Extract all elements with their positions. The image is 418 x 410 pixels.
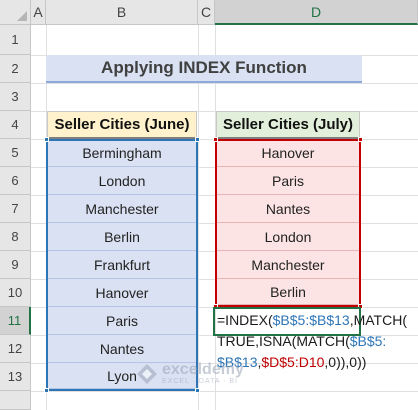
sheet-title[interactable]: Applying INDEX Function bbox=[46, 55, 362, 83]
june-header-cell[interactable]: Seller Cities (June) bbox=[47, 111, 197, 139]
column-header-a[interactable]: A bbox=[31, 0, 46, 25]
formula-part: ,0)),0)) bbox=[324, 354, 367, 370]
july-range-highlight bbox=[215, 139, 361, 307]
row-header-9[interactable]: 9 bbox=[0, 251, 31, 279]
row-header-12[interactable]: 12 bbox=[0, 335, 31, 363]
row-header-14[interactable] bbox=[0, 391, 31, 410]
row-header-1[interactable]: 1 bbox=[0, 25, 31, 55]
july-header-cell[interactable]: Seller Cities (July) bbox=[216, 111, 360, 139]
watermark-text: exceldemy EXCEL · DATA · BI bbox=[162, 361, 244, 386]
exceldemy-logo-icon bbox=[137, 363, 157, 384]
formula-text[interactable]: =INDEX($B$5:$B$13,MATCH( TRUE,ISNA(MATCH… bbox=[217, 310, 417, 373]
spreadsheet-grid: A B C D 1 2 3 4 5 6 7 8 9 10 11 12 13 Ap… bbox=[0, 0, 418, 410]
formula-ref-july: $D$5:D10 bbox=[261, 354, 325, 370]
formula-ref-june: $B$5: bbox=[349, 333, 387, 349]
formula-part: ,MATCH( bbox=[349, 312, 407, 328]
range-handle[interactable] bbox=[358, 137, 363, 142]
grid-line bbox=[31, 391, 418, 392]
formula-line-1: =INDEX($B$5:$B$13,MATCH( bbox=[217, 310, 417, 331]
june-range-highlight bbox=[46, 139, 198, 391]
exceldemy-watermark: exceldemy EXCEL · DATA · BI bbox=[136, 362, 244, 385]
row-header-13[interactable]: 13 bbox=[0, 363, 31, 391]
formula-part: =INDEX( bbox=[217, 312, 273, 328]
column-header-b[interactable]: B bbox=[46, 0, 198, 25]
watermark-name: exceldemy bbox=[162, 361, 244, 378]
row-header-10[interactable]: 10 bbox=[0, 279, 31, 307]
row-header-5[interactable]: 5 bbox=[0, 139, 31, 167]
watermark-tagline: EXCEL · DATA · BI bbox=[162, 378, 238, 385]
row-header-8[interactable]: 8 bbox=[0, 223, 31, 251]
row-header-11[interactable]: 11 bbox=[0, 307, 31, 335]
formula-part: TRUE,ISNA(MATCH( bbox=[217, 333, 350, 349]
row-header-4[interactable]: 4 bbox=[0, 111, 31, 139]
grid-line bbox=[31, 83, 418, 84]
select-all-triangle-icon bbox=[17, 11, 27, 21]
column-header-d[interactable]: D bbox=[215, 0, 418, 25]
range-handle[interactable] bbox=[44, 137, 49, 142]
row-header-2[interactable]: 2 bbox=[0, 55, 31, 83]
formula-ref-june: $B$5:$B$13 bbox=[272, 312, 350, 328]
row-header-3[interactable]: 3 bbox=[0, 83, 31, 111]
range-handle[interactable] bbox=[195, 388, 200, 393]
column-header-c[interactable]: C bbox=[198, 0, 215, 25]
formula-line-3: $B$13,$D$5:D10,0)),0)) bbox=[217, 352, 417, 373]
row-header-7[interactable]: 7 bbox=[0, 195, 31, 223]
formula-line-2: TRUE,ISNA(MATCH($B$5: bbox=[217, 331, 417, 352]
range-handle[interactable] bbox=[195, 137, 200, 142]
select-all-corner[interactable] bbox=[0, 0, 31, 25]
range-handle[interactable] bbox=[213, 137, 218, 142]
row-header-6[interactable]: 6 bbox=[0, 167, 31, 195]
range-handle[interactable] bbox=[44, 388, 49, 393]
